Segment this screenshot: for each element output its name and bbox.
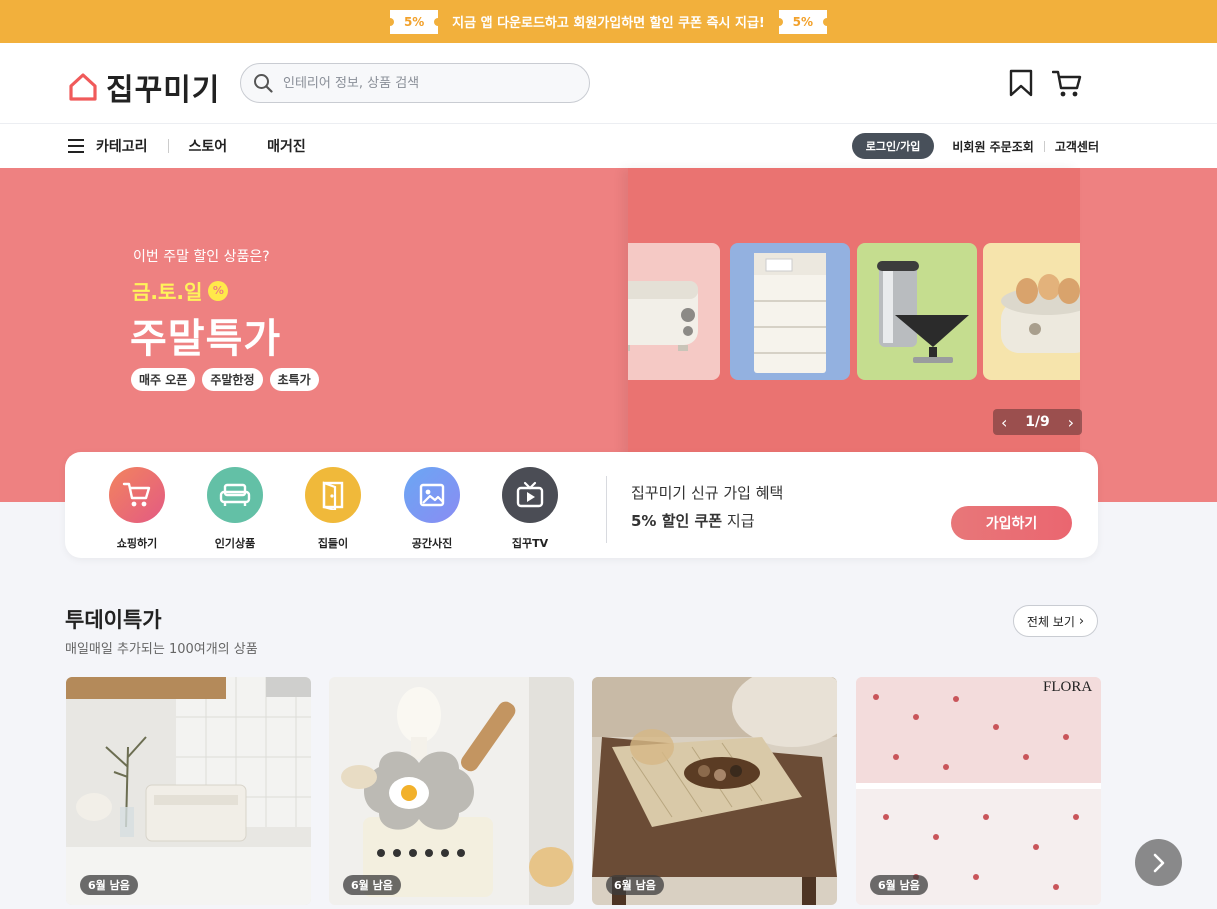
toaster-image bbox=[628, 281, 698, 351]
promo-coupon-badge-right: 5% bbox=[774, 9, 831, 34]
promo-banner[interactable]: 5% 지금 앱 다운로드하고 회원가입하면 할인 쿠폰 즉시 지급! 5% bbox=[0, 0, 1217, 43]
nav-divider bbox=[167, 139, 169, 153]
product-card-toaster[interactable] bbox=[628, 243, 720, 380]
product-card-coffee-maker[interactable] bbox=[857, 243, 977, 380]
deal-image-table bbox=[592, 677, 837, 905]
tv-icon bbox=[502, 467, 558, 523]
join-benefit-suffix: 지급 bbox=[722, 512, 755, 530]
egg-cooker-image bbox=[1001, 274, 1080, 353]
see-all-button[interactable]: 전체 보기 › bbox=[1013, 605, 1098, 637]
hero-subtitle: 이번 주말 할인 상품은? bbox=[133, 249, 270, 265]
join-button[interactable]: 가입하기 bbox=[951, 506, 1072, 540]
product-card-drawer[interactable] bbox=[730, 243, 850, 380]
deal-card[interactable]: 6월 남음 bbox=[592, 677, 837, 905]
carousel-page-indicator: 1/9 bbox=[1025, 414, 1050, 430]
cart-icon bbox=[109, 467, 165, 523]
main-nav: 카테고리 스토어 매거진 로그인/가입 비회원 주문조회 고객센터 bbox=[0, 124, 1217, 168]
nav-category[interactable]: 카테고리 bbox=[96, 136, 148, 156]
customer-center-link[interactable]: 고객센터 bbox=[1055, 138, 1099, 155]
promo-coupon-badge-left: 5% bbox=[386, 9, 443, 34]
quick-menu-popular[interactable]: 인기상품 bbox=[195, 467, 275, 551]
deal-remaining-badge: 6월 남음 bbox=[343, 875, 401, 895]
quick-menu-shopping[interactable]: 쇼핑하기 bbox=[97, 467, 177, 551]
chevron-right-icon: › bbox=[1078, 613, 1085, 629]
door-icon bbox=[305, 467, 361, 523]
house-logo-icon bbox=[69, 73, 97, 101]
search-bar[interactable] bbox=[240, 63, 590, 103]
hero-tag: 매주 오픈 bbox=[131, 368, 196, 391]
quick-menu-tv[interactable]: 집꾸TV bbox=[490, 467, 570, 551]
quick-menu-label: 집꾸TV bbox=[511, 537, 549, 550]
hero-days: 금.토.일 % bbox=[132, 276, 229, 305]
drawer-image bbox=[754, 253, 826, 373]
guest-order-link[interactable]: 비회원 주문조회 bbox=[952, 138, 1033, 155]
deal-card[interactable]: 6월 남음 bbox=[66, 677, 311, 905]
quick-menu-housewarming[interactable]: 집들이 bbox=[293, 467, 373, 551]
section-title: 투데이특가 bbox=[65, 608, 162, 632]
join-benefit-coupon: 5% 할인 쿠폰 bbox=[631, 512, 723, 530]
see-all-label: 전체 보기 bbox=[1026, 614, 1075, 629]
deal-card[interactable]: FLORA 6월 남음 bbox=[856, 677, 1101, 905]
nav-divider bbox=[1043, 140, 1045, 152]
quick-menu-label: 쇼핑하기 bbox=[116, 537, 158, 550]
brand-logo: FLORA bbox=[1043, 679, 1092, 695]
deal-image-pan bbox=[329, 677, 574, 905]
percent-icon: % bbox=[208, 280, 229, 301]
nav-magazine[interactable]: 매거진 bbox=[267, 136, 306, 156]
hero-tag: 초특가 bbox=[269, 368, 319, 391]
header: 집꾸미기 bbox=[0, 43, 1217, 124]
logo-text: 집꾸미기 bbox=[106, 73, 221, 108]
hero-title: 주말특가 bbox=[130, 316, 282, 362]
deal-image-kitchen bbox=[66, 677, 311, 905]
deal-image-bedding: FLORA bbox=[856, 677, 1101, 905]
quick-menu-card: 쇼핑하기 인기상품 집들이 공간사진 집꾸TV 집꾸미기 신규 가입 혜택 5%… bbox=[65, 452, 1098, 558]
cart-icon[interactable] bbox=[1052, 69, 1082, 99]
search-input[interactable] bbox=[283, 75, 563, 91]
deal-card[interactable]: 6월 남음 bbox=[329, 677, 574, 905]
nav-store[interactable]: 스토어 bbox=[189, 136, 228, 156]
deal-remaining-badge: 6월 남음 bbox=[606, 875, 664, 895]
quick-menu-space-photos[interactable]: 공간사진 bbox=[392, 467, 472, 551]
join-benefit-title: 집꾸미기 신규 가입 혜택 bbox=[631, 484, 784, 502]
bookmark-icon[interactable] bbox=[1008, 69, 1034, 97]
logo[interactable]: 집꾸미기 bbox=[68, 65, 220, 109]
hero-days-text: 금.토.일 bbox=[132, 280, 203, 304]
menu-icon[interactable] bbox=[68, 139, 86, 153]
chevron-right-icon bbox=[1153, 853, 1164, 872]
quick-menu-label: 공간사진 bbox=[411, 537, 453, 550]
quick-menu-label: 인기상품 bbox=[214, 537, 256, 550]
join-benefit-detail: 5% 할인 쿠폰 지급 bbox=[631, 510, 755, 531]
login-button[interactable]: 로그인/가입 bbox=[851, 133, 935, 159]
promo-text: 지금 앱 다운로드하고 회원가입하면 할인 쿠폰 즉시 지급! bbox=[452, 16, 765, 31]
chevron-right-icon[interactable]: › bbox=[1068, 413, 1074, 432]
hero-tags: 매주 오픈 주말한정 초특가 bbox=[131, 368, 319, 391]
hero-tag: 주말한정 bbox=[202, 368, 263, 391]
section-subtitle: 매일매일 추가되는 100여개의 상품 bbox=[65, 642, 258, 657]
deal-remaining-badge: 6월 남음 bbox=[870, 875, 928, 895]
sofa-icon bbox=[207, 467, 263, 523]
carousel-pager: ‹ 1/9 › bbox=[993, 409, 1082, 435]
product-card-egg-cooker[interactable] bbox=[983, 243, 1080, 380]
next-slide-button[interactable] bbox=[1135, 839, 1182, 886]
chevron-left-icon[interactable]: ‹ bbox=[1001, 413, 1007, 432]
deal-remaining-badge: 6월 남음 bbox=[80, 875, 138, 895]
quick-menu-divider bbox=[606, 476, 607, 543]
quick-menu-label: 집들이 bbox=[317, 537, 349, 550]
search-icon bbox=[254, 74, 273, 93]
image-icon bbox=[404, 467, 460, 523]
coffee-maker-image bbox=[877, 261, 969, 363]
